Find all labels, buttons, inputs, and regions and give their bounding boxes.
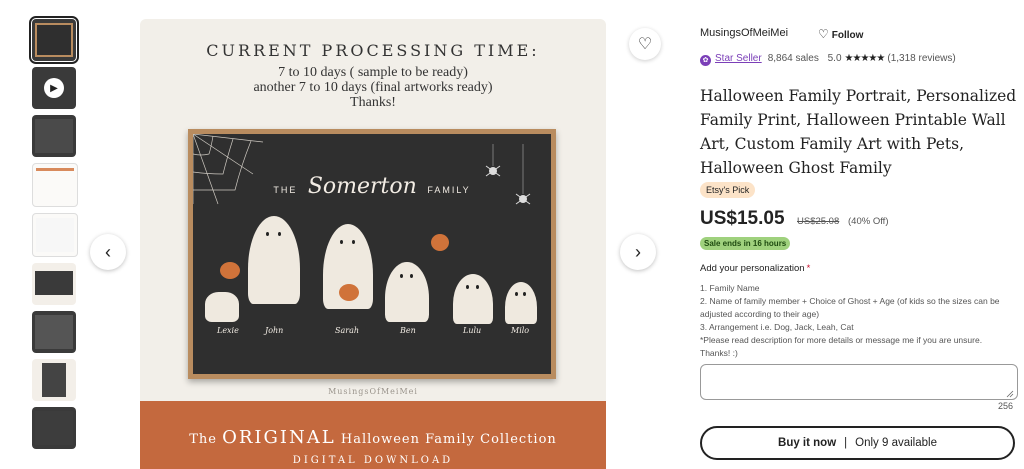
name-label: Milo — [511, 326, 530, 335]
ghost-john — [248, 216, 300, 304]
name-label: John — [265, 326, 284, 335]
family-heading: THE Somerton FAMILY — [273, 174, 471, 199]
digital-download-label: DIGITAL DOWNLOAD — [292, 455, 454, 466]
play-icon: ▶ — [44, 78, 64, 98]
personalization-instructions: 1. Family Name 2. Name of family member … — [700, 283, 1000, 358]
thumbnail-list: ▶ — [29, 16, 79, 455]
star-seller-badge-icon: ✿ — [700, 55, 711, 66]
personalization-textarea[interactable] — [700, 364, 1018, 400]
shop-watermark: MusingsOfMeiMei — [328, 387, 418, 396]
availability-text: Only 9 available — [855, 437, 937, 449]
thumbnail-4[interactable] — [32, 163, 78, 207]
thumbnail-9[interactable] — [32, 407, 76, 449]
main-listing-image: CURRENT PROCESSING TIME: 7 to 10 days ( … — [140, 19, 606, 469]
reviews-link[interactable]: (1,318 reviews) — [887, 53, 955, 64]
thumbnail-1[interactable] — [29, 16, 79, 64]
character-count: 256 — [998, 401, 1014, 411]
name-label: Ben — [400, 326, 416, 335]
chevron-left-icon[interactable]: ‹ — [90, 234, 126, 270]
thumbnail-2-video[interactable]: ▶ — [32, 67, 76, 109]
thumbnail-8[interactable] — [32, 359, 76, 401]
required-marker: * — [806, 263, 811, 274]
family-name: Somerton — [307, 174, 417, 199]
thumbnail-3[interactable] — [32, 115, 76, 157]
thumbnail-6[interactable] — [32, 263, 76, 305]
ghost-dog-milo — [505, 282, 537, 324]
name-label: Lulu — [463, 326, 482, 335]
sales-count: 8,864 sales — [767, 53, 819, 64]
original-price: US$25.08 — [797, 216, 840, 227]
favorite-heart-icon[interactable]: ♡ — [629, 28, 661, 60]
personalization-label: Add your personalization * — [700, 263, 811, 274]
framed-print: THE Somerton FAMILY Lexie John Sarah Ben… — [188, 129, 556, 379]
chalkboard: THE Somerton FAMILY Lexie John Sarah Ben… — [193, 134, 551, 374]
ghost-ben — [385, 262, 429, 322]
name-label: Sarah — [335, 326, 359, 335]
pumpkin-icon — [220, 262, 240, 279]
cat-lexie — [205, 292, 239, 322]
etsys-pick-badge: Etsy's Pick — [700, 182, 756, 198]
rating-value: 5.0 — [827, 53, 842, 64]
sale-ends-badge: Sale ends in 16 hours — [700, 237, 791, 250]
processing-line-3: Thanks! — [350, 95, 396, 110]
listing-title: Halloween Family Portrait, Personalized … — [700, 87, 1017, 177]
rating-stars-icon: ★★★★★ — [844, 53, 886, 64]
pumpkin-icon — [339, 284, 359, 301]
collection-title: The ORIGINAL Halloween Family Collection — [189, 427, 557, 448]
discount-label: (40% Off) — [848, 216, 889, 227]
processing-line-2: another 7 to 10 days (final artworks rea… — [253, 80, 493, 95]
seller-stats: ✿ Star Seller 8,864 sales 5.0 ★★★★★ (1,318 r… — [700, 53, 956, 66]
shop-name-link[interactable]: MusingsOfMeiMei — [700, 27, 788, 39]
chevron-right-icon[interactable]: › — [620, 234, 656, 270]
follow-button[interactable]: ♡ Follow — [818, 27, 863, 41]
thumbnail-7[interactable] — [32, 311, 76, 353]
star-seller-link[interactable]: Star Seller — [715, 53, 762, 64]
processing-line-1: 7 to 10 days ( sample to be ready) — [278, 65, 468, 80]
thumbnail-5[interactable] — [32, 213, 78, 257]
buy-it-now-button[interactable]: Buy it now | Only 9 available — [700, 426, 1015, 460]
name-label: Lexie — [217, 326, 239, 335]
ghost-lulu — [453, 274, 493, 324]
heart-icon: ♡ — [818, 27, 829, 41]
sale-price: US$15.05 — [700, 208, 785, 229]
processing-title: CURRENT PROCESSING TIME: — [206, 41, 540, 60]
resize-handle-icon[interactable] — [1006, 390, 1014, 398]
balloon-pumpkin-icon — [431, 234, 449, 251]
